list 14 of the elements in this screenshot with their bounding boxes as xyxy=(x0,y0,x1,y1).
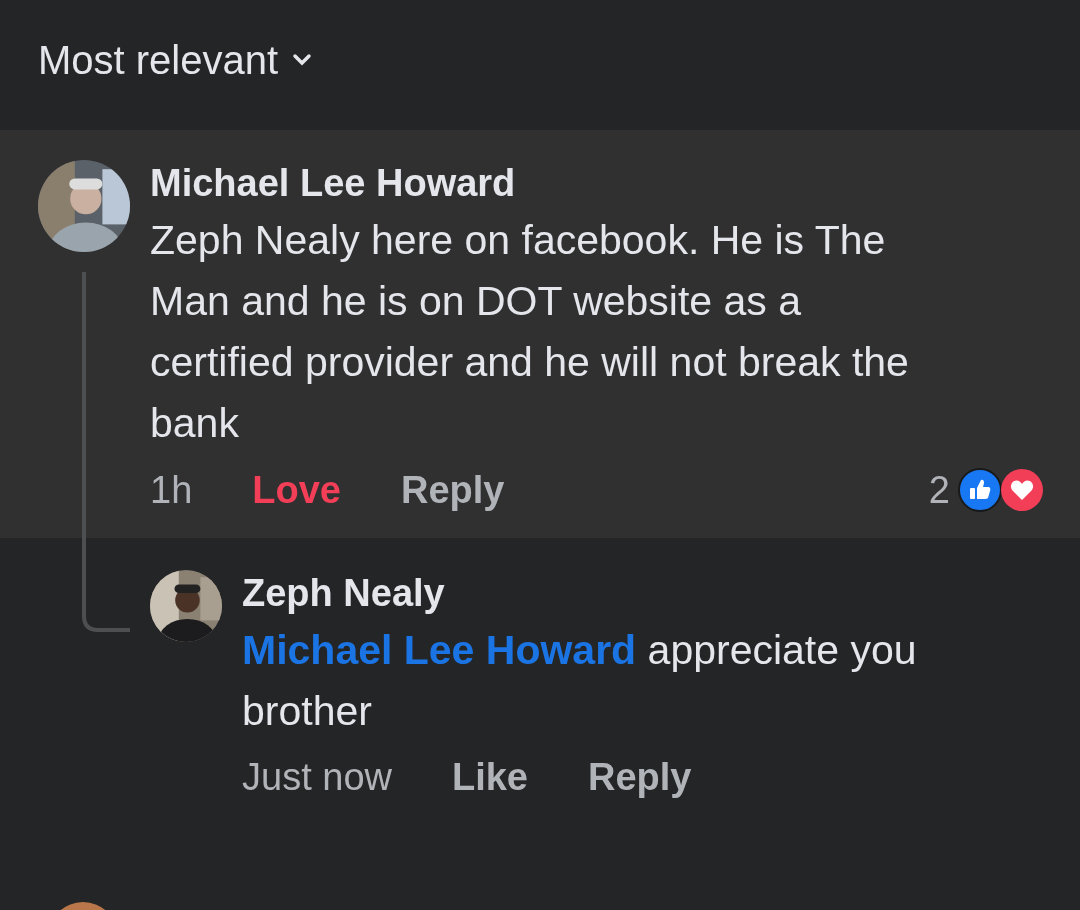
chevron-down-icon xyxy=(292,53,313,67)
comment-time: Just now xyxy=(242,756,392,799)
sort-dropdown[interactable]: Most relevant xyxy=(38,37,313,83)
author-name[interactable]: Michael Lee Howard xyxy=(150,160,1044,206)
author-name[interactable]: Zeph Nealy xyxy=(242,570,1044,616)
comment-time: 1h xyxy=(150,468,193,512)
comment-action-button[interactable]: Love xyxy=(252,468,341,512)
comment-action-button[interactable]: Like xyxy=(451,756,528,799)
comment-text: Zeph Nealy here on facebook. He is The Man and he is on DOT website as a certified provider and he will not break the bank xyxy=(150,216,910,448)
reaction-count: 2 xyxy=(928,468,950,512)
comment-action-button[interactable]: Reply xyxy=(401,468,505,512)
thumbs-up-icon xyxy=(958,468,1002,512)
comment-action-button[interactable]: Reply xyxy=(588,756,692,799)
comment-text: Michael Lee Howard appreciate you brother xyxy=(242,626,918,736)
